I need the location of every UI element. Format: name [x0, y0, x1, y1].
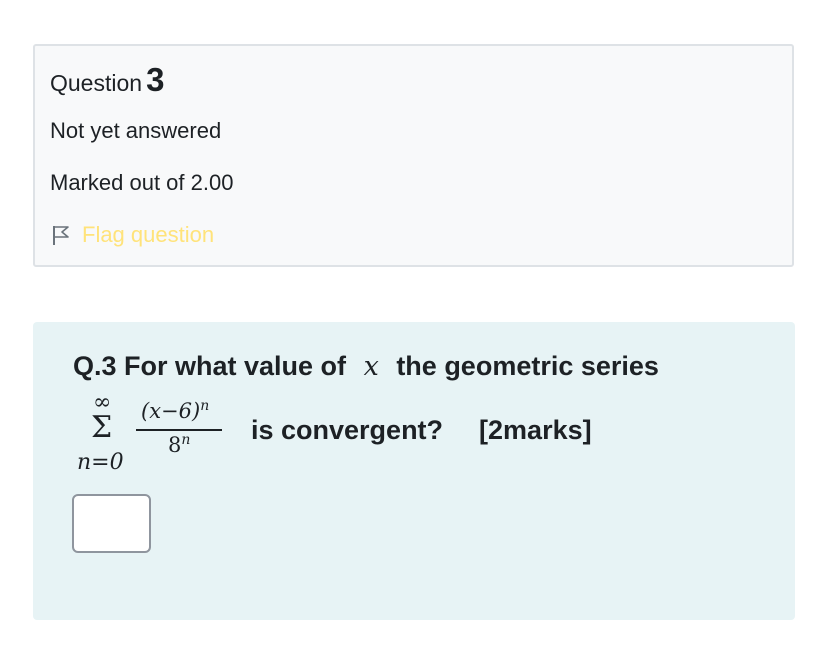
question-label: Question — [50, 70, 143, 96]
denominator-exponent: n — [181, 432, 191, 448]
numerator-base: (x−6) — [141, 399, 201, 423]
answer-input[interactable] — [72, 494, 151, 553]
fraction-numerator: (x−6)n — [141, 398, 209, 423]
marks-label: [2marks] — [479, 415, 592, 445]
question-content-panel: Q.3 For what value of x the geometric se… — [33, 322, 795, 620]
flag-icon — [50, 224, 72, 246]
question-heading: Question 3 — [50, 60, 164, 100]
question-text: Q.3 For what value of x the geometric se… — [73, 350, 659, 383]
flag-question-link[interactable]: Flag question — [50, 222, 214, 248]
question-suffix: the geometric series — [396, 351, 659, 381]
sigma-symbol: Σ — [91, 410, 113, 445]
continuation-text: is convergent? — [251, 415, 444, 445]
denominator-base: 8 — [168, 433, 182, 457]
math-variable: x — [363, 351, 379, 382]
answer-state: Not yet answered — [50, 118, 222, 143]
question-prefix: Q.3 For what value of — [73, 351, 347, 381]
fraction-bar — [136, 429, 222, 431]
sum-lower-limit: n=0 — [77, 450, 124, 475]
fraction-denominator: 8n — [168, 432, 190, 457]
question-info-panel: Question 3 Not yet answered Marked out of… — [33, 44, 794, 267]
grade-info: Marked out of 2.00 — [50, 170, 234, 195]
series-formula: ∞ Σ n=0 (x−6)n 8n — [73, 390, 233, 482]
numerator-exponent: n — [200, 398, 210, 414]
question-number: 3 — [146, 61, 165, 98]
question-continuation: is convergent? [2marks] — [251, 414, 592, 446]
flag-question-label: Flag question — [82, 222, 215, 247]
